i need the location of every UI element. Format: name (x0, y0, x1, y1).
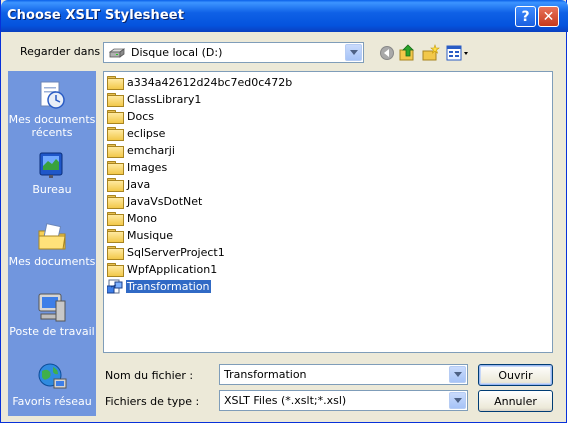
place-my-documents[interactable]: Mes documents (8, 221, 96, 268)
file-list[interactable]: a334a42612d24bc7ed0c472b ClassLibrary1 D… (103, 71, 553, 353)
place-my-computer[interactable]: Poste de travail (8, 291, 96, 338)
folder-icon (107, 246, 124, 260)
cancel-button[interactable]: Annuler (478, 390, 553, 412)
help-button[interactable]: ? (515, 6, 536, 27)
list-item[interactable]: Docs (107, 108, 155, 125)
view-menu-button[interactable] (446, 44, 470, 62)
list-item[interactable]: ClassLibrary1 (107, 91, 202, 108)
network-places-icon (36, 361, 68, 393)
file-name: ClassLibrary1 (127, 93, 202, 106)
place-label: Poste de travail (9, 325, 95, 338)
folder-icon (107, 229, 124, 243)
chevron-down-icon (453, 398, 462, 403)
new-folder-icon (422, 44, 440, 61)
my-documents-icon (36, 221, 68, 253)
filetype-dropdown-button[interactable] (449, 392, 466, 409)
folder-icon (107, 195, 124, 209)
open-button[interactable]: Ouvrir (478, 364, 553, 386)
list-item[interactable]: WpfApplication1 (107, 261, 218, 278)
list-item[interactable]: SqlServerProject1 (107, 244, 226, 261)
filename-label: Nom du fichier : (105, 369, 194, 382)
file-name: eclipse (127, 127, 166, 140)
file-name: WpfApplication1 (127, 263, 218, 276)
list-item[interactable]: JavaVsDotNet (107, 193, 203, 210)
folder-icon (107, 110, 124, 124)
up-folder-button[interactable] (399, 44, 417, 62)
view-menu-icon (446, 45, 468, 61)
back-icon (380, 46, 394, 60)
file-name: a334a42612d24bc7ed0c472b (127, 76, 293, 89)
back-button[interactable] (378, 44, 396, 62)
chevron-down-icon (349, 50, 358, 55)
file-name: emcharji (127, 144, 175, 157)
file-name: Images (127, 161, 168, 174)
file-name: Musique (127, 229, 173, 242)
filename-value: Transformation (224, 368, 307, 381)
folder-icon (107, 144, 124, 158)
file-name: Mono (127, 212, 157, 225)
place-network[interactable]: Favoris réseau (8, 361, 96, 408)
list-item[interactable]: Java (107, 176, 151, 193)
list-item[interactable]: eclipse (107, 125, 166, 142)
look-in-combo[interactable]: Disque local (D:) (103, 42, 364, 63)
list-item-selected[interactable]: Transformation (106, 278, 211, 295)
file-name: SqlServerProject1 (127, 246, 225, 259)
places-bar: Mes documents récents Bureau Mes documen… (8, 71, 96, 416)
folder-icon (107, 212, 124, 226)
xslt-file-icon (106, 279, 123, 295)
place-label: Bureau (32, 183, 72, 196)
folder-icon (107, 76, 124, 90)
file-name: Docs (127, 110, 154, 123)
title-bar[interactable]: Choose XSLT Stylesheet ? ✕ (1, 0, 568, 32)
filename-input[interactable]: Transformation (219, 364, 468, 385)
folder-icon (107, 93, 124, 107)
cancel-button-label: Annuler (494, 394, 537, 408)
place-label: Favoris réseau (12, 395, 92, 408)
place-desktop[interactable]: Bureau (8, 149, 96, 196)
my-computer-icon (36, 291, 68, 323)
place-label: Mes documents récents (8, 113, 96, 139)
dialog-window: Choose XSLT Stylesheet ? ✕ Regarder dans… (0, 0, 568, 423)
drive-icon (108, 48, 126, 61)
filetype-label: Fichiers de type : (105, 395, 200, 408)
list-item[interactable]: Musique (107, 227, 174, 244)
file-name: Java (127, 178, 151, 191)
help-icon: ? (521, 8, 530, 25)
filetype-select[interactable]: XSLT Files (*.xslt;*.xsl) (219, 390, 468, 411)
filetype-value: XSLT Files (*.xslt;*.xsl) (224, 394, 347, 407)
list-item[interactable]: a334a42612d24bc7ed0c472b (107, 74, 293, 91)
place-recent-documents[interactable]: Mes documents récents (8, 79, 96, 139)
look-in-label: Regarder dans : (20, 45, 108, 58)
look-in-dropdown-button[interactable] (345, 44, 362, 61)
recent-documents-icon (36, 79, 68, 111)
close-button[interactable]: ✕ (538, 6, 559, 27)
filename-dropdown-button[interactable] (449, 366, 466, 383)
up-folder-icon (399, 44, 414, 61)
close-icon: ✕ (542, 8, 555, 25)
folder-icon (107, 161, 124, 175)
list-item[interactable]: emcharji (107, 142, 176, 159)
desktop-icon (36, 149, 68, 181)
list-item[interactable]: Images (107, 159, 168, 176)
chevron-down-icon (453, 372, 462, 377)
folder-icon (107, 127, 124, 141)
new-folder-button[interactable] (422, 44, 440, 62)
open-button-label: Ouvrir (498, 368, 533, 382)
look-in-value: Disque local (D:) (131, 46, 223, 59)
file-name: JavaVsDotNet (127, 195, 203, 208)
file-name: Transformation (126, 280, 211, 293)
folder-icon (107, 178, 124, 192)
list-item[interactable]: Mono (107, 210, 158, 227)
place-label: Mes documents (8, 255, 96, 268)
window-title: Choose XSLT Stylesheet (7, 8, 185, 23)
folder-icon (107, 263, 124, 277)
